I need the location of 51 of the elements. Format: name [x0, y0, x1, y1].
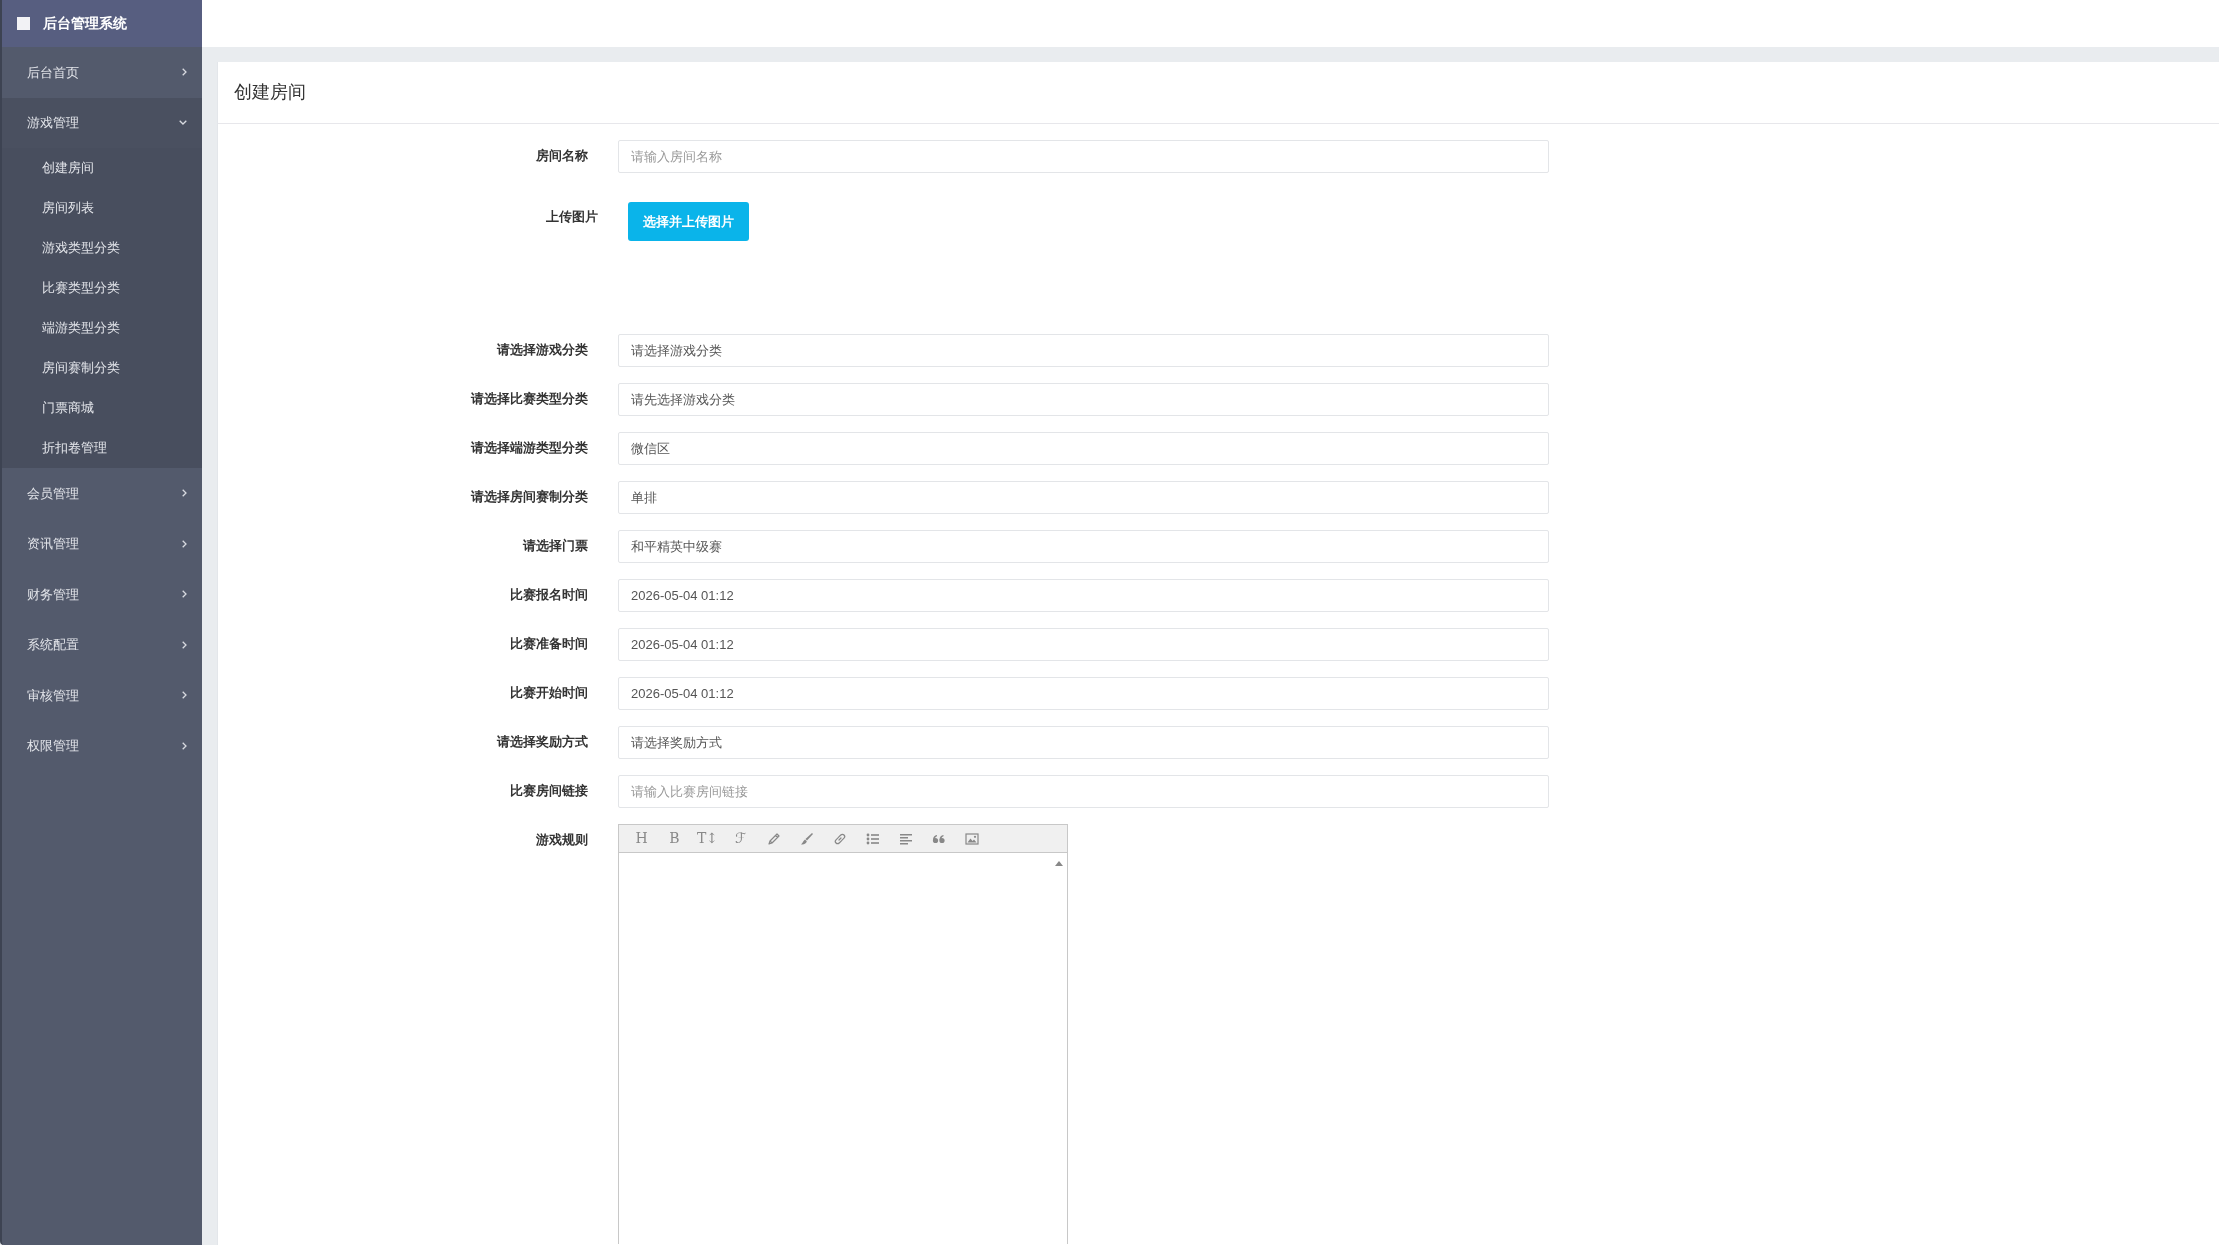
app-title: 后台管理系统: [43, 14, 127, 33]
submenu-item[interactable]: 端游类型分类: [2, 308, 202, 348]
chevron-right-icon: [182, 539, 187, 548]
submenu-item[interactable]: 游戏类型分类: [2, 228, 202, 268]
submenu-item[interactable]: 房间赛制分类: [2, 348, 202, 388]
chevron-right-icon: [182, 590, 187, 599]
submenu-item[interactable]: 创建房间: [2, 148, 202, 188]
text-field[interactable]: 2026-05-04 01:12: [618, 677, 1549, 710]
image-icon[interactable]: [964, 831, 979, 846]
text-field[interactable]: 2026-05-04 01:12: [618, 579, 1549, 612]
chevron-right-icon: [182, 741, 187, 750]
text-field[interactable]: 微信区: [618, 432, 1549, 465]
chevron-down-icon: [179, 120, 187, 126]
submenu-item[interactable]: 门票商城: [2, 388, 202, 428]
menu-item[interactable]: 游戏管理: [2, 97, 202, 148]
text-field[interactable]: 请选择游戏分类: [618, 334, 1549, 367]
field-label: 比赛房间链接: [510, 782, 588, 800]
scroll-up-arrow-icon[interactable]: [1055, 861, 1063, 866]
chevron-right-icon: [182, 489, 187, 498]
text-field[interactable]: 请输入比赛房间链接: [618, 775, 1549, 808]
field-label: 比赛开始时间: [510, 684, 588, 702]
submenu-item[interactable]: 比赛类型分类: [2, 268, 202, 308]
text-field[interactable]: 2026-05-04 01:12: [618, 628, 1549, 661]
chevron-right-icon: [182, 691, 187, 700]
text-field[interactable]: 单排: [618, 481, 1549, 514]
field-label: 上传图片: [546, 208, 598, 226]
chevron-right-icon: [182, 640, 187, 649]
submenu-item[interactable]: 折扣卷管理: [2, 428, 202, 468]
link-icon[interactable]: [832, 831, 847, 846]
field-label: 请选择端游类型分类: [471, 439, 588, 457]
field-label: 请选择游戏分类: [497, 341, 588, 359]
field-label: 房间名称: [536, 147, 588, 165]
brush-icon[interactable]: [799, 831, 814, 846]
field-label: 请选择门票: [523, 537, 588, 555]
text-field[interactable]: 请输入房间名称: [618, 140, 1549, 173]
field-label: 比赛报名时间: [510, 586, 588, 604]
field-label: 请选择房间赛制分类: [471, 488, 588, 506]
text-field[interactable]: 和平精英中级赛: [618, 530, 1549, 563]
text-field[interactable]: 请选择奖励方式: [618, 726, 1549, 759]
field-label: 请选择奖励方式: [497, 733, 588, 751]
pencil-icon[interactable]: [767, 831, 780, 846]
field-label: 比赛准备时间: [510, 635, 588, 653]
page-title: 创建房间: [234, 81, 306, 104]
text-field[interactable]: 请先选择游戏分类: [618, 383, 1549, 416]
bullet-list-icon[interactable]: [865, 831, 880, 846]
square-logo-icon: [17, 17, 30, 30]
field-label: 游戏规则: [536, 831, 588, 849]
chevron-right-icon: [182, 68, 187, 77]
align-left-icon[interactable]: [898, 831, 913, 846]
field-label: 请选择比赛类型分类: [471, 390, 588, 408]
submenu-item[interactable]: 房间列表: [2, 188, 202, 228]
